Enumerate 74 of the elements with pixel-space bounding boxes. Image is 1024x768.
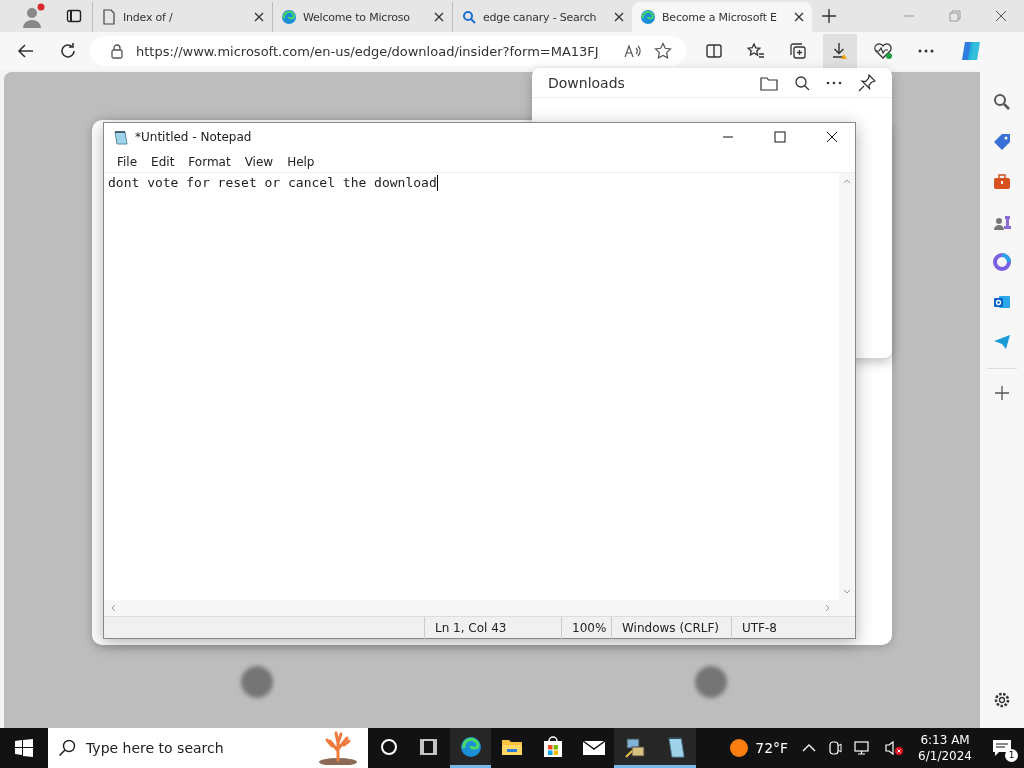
outlook-icon[interactable] xyxy=(993,293,1011,311)
add-icon[interactable] xyxy=(995,386,1009,400)
speaker-muted-icon[interactable] xyxy=(884,740,905,756)
tab-actions-icon[interactable] xyxy=(66,8,82,24)
maximize-icon[interactable] xyxy=(774,131,786,143)
taskbar-app-button[interactable] xyxy=(614,728,655,768)
heartbeat-icon[interactable] xyxy=(873,42,893,60)
close-icon[interactable] xyxy=(794,12,804,22)
folder-icon[interactable] xyxy=(760,74,778,91)
status-text: 100% xyxy=(561,616,611,639)
taskbar-app-button[interactable] xyxy=(450,728,491,768)
game-pieces-icon[interactable] xyxy=(993,213,1011,231)
clock[interactable]: 6:13 AM 6/1/2024 xyxy=(918,732,972,764)
search-icon[interactable] xyxy=(794,74,810,91)
menu-item[interactable]: Format xyxy=(181,154,238,169)
close-icon[interactable] xyxy=(995,10,1007,22)
status-text: UTF-8 xyxy=(731,616,831,639)
page-icon xyxy=(101,9,117,25)
weather-temperature[interactable]: 72°F xyxy=(755,740,789,756)
menu-item[interactable]: Help xyxy=(280,154,322,169)
scroll-down-icon xyxy=(843,589,851,595)
lock-icon xyxy=(110,43,124,59)
menu-item[interactable]: View xyxy=(237,154,281,169)
notepad-icon xyxy=(113,129,129,145)
collections-icon[interactable] xyxy=(789,42,807,60)
start-icon[interactable] xyxy=(15,739,33,757)
taskbar-app-button[interactable] xyxy=(655,728,696,768)
search-icon xyxy=(58,739,76,757)
settings-icon[interactable] xyxy=(993,691,1011,709)
notifications-button[interactable]: 1 xyxy=(980,728,1024,768)
edge-icon xyxy=(281,9,297,25)
edge-icon xyxy=(458,734,483,759)
document-text: dont vote for reset or cancel the download xyxy=(108,175,437,190)
chat-bubble-icon xyxy=(992,739,1012,757)
scroll-left-icon xyxy=(110,604,116,612)
window-title: *Untitled - Notepad xyxy=(135,130,252,144)
close-icon[interactable] xyxy=(254,12,264,22)
split-screen-icon[interactable] xyxy=(705,42,723,60)
edge-icon xyxy=(640,9,656,25)
search-icon xyxy=(461,9,477,25)
search-icon[interactable] xyxy=(993,93,1011,111)
weather-sun-icon xyxy=(729,738,750,758)
menu-item[interactable]: File xyxy=(110,154,145,169)
back-icon[interactable] xyxy=(17,42,35,60)
status-text: Ln 1, Col 43 xyxy=(424,616,561,639)
coral-icon xyxy=(318,731,358,765)
read-aloud-icon[interactable] xyxy=(624,43,642,59)
horizontal-scrollbar[interactable] xyxy=(104,600,855,616)
close-icon[interactable] xyxy=(826,131,838,143)
toolbox-icon[interactable] xyxy=(993,173,1011,191)
new-tab-icon[interactable] xyxy=(822,9,836,23)
copilot-icon[interactable] xyxy=(959,39,983,63)
paper-plane-icon[interactable] xyxy=(993,333,1011,351)
tag-icon[interactable] xyxy=(993,133,1011,151)
status-text: Windows (CRLF) xyxy=(611,616,731,639)
browser-tab[interactable]: Become a Microsoft E xyxy=(632,2,812,32)
panel-title: Downloads xyxy=(548,74,625,91)
pin-icon[interactable] xyxy=(858,73,876,92)
search-field[interactable]: Type here to search xyxy=(48,728,368,768)
camera-icon[interactable] xyxy=(828,740,843,756)
text-caret xyxy=(436,175,438,191)
favorites-icon[interactable] xyxy=(747,42,765,60)
scroll-right-icon xyxy=(825,604,831,612)
favorite-star-icon[interactable] xyxy=(654,42,672,60)
notification-count-badge: 1 xyxy=(1005,749,1018,762)
refresh-icon[interactable] xyxy=(59,42,77,60)
scroll-up-icon xyxy=(843,178,851,184)
chevron-up-icon[interactable] xyxy=(802,743,817,753)
address-field[interactable]: https://www.microsoft.com/en-us/edge/download/insider?form=MA13FJ xyxy=(90,36,686,66)
close-icon[interactable] xyxy=(434,12,444,22)
vertical-scrollbar[interactable] xyxy=(839,173,855,600)
close-icon[interactable] xyxy=(614,12,624,22)
menu-item[interactable]: Edit xyxy=(144,154,182,169)
text-area[interactable]: dont vote for reset or cancel the download xyxy=(104,173,839,600)
